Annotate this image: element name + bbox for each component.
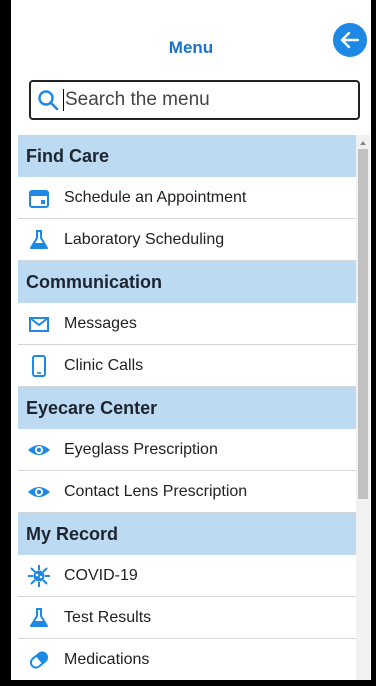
scroll-up-arrow-icon[interactable] [360,141,366,145]
menu-item-label: Eyeglass Prescription [64,440,218,458]
menu-item-label: Medications [64,650,150,668]
menu-item-label: Contact Lens Prescription [64,482,248,500]
menu-item[interactable]: Contact Lens Prescription [18,471,356,513]
arrow-left-icon [340,31,360,49]
menu-item[interactable]: Medications [18,639,356,680]
menu-item[interactable]: Messages [18,303,356,345]
menu-item-label: COVID-19 [64,566,138,584]
menu-item[interactable]: Test Results [18,597,356,639]
virus-icon [26,563,52,589]
section-header: Communication [18,261,356,303]
calendar-icon [26,185,52,211]
section-header: Find Care [18,135,356,177]
menu-panel: Menu Find Care Schedule an Appointment Lab… [11,0,371,680]
flask-icon [26,227,52,253]
menu-item[interactable]: Clinic Calls [18,345,356,387]
eye-icon [26,437,52,463]
section-header: Eyecare Center [18,387,356,429]
menu-item[interactable]: COVID-19 [18,555,356,597]
menu-item-label: Laboratory Scheduling [64,230,225,248]
menu-item[interactable]: Laboratory Scheduling [18,219,356,261]
menu-item[interactable]: Eyeglass Prescription [18,429,356,471]
menu-item-label: Messages [64,314,137,332]
section-header: My Record [18,513,356,555]
scrollbar-thumb[interactable] [358,149,368,499]
pill-icon [26,647,52,673]
menu-title: Menu [168,38,214,57]
eye-icon [26,479,52,505]
flask-icon [26,605,52,631]
back-button[interactable] [331,21,369,59]
search-icon [37,89,59,111]
phone-icon [26,353,52,379]
scrollbar[interactable] [356,135,370,680]
menu-item[interactable]: Schedule an Appointment [18,177,356,219]
search-box[interactable] [29,80,360,120]
menu-item-label: Schedule an Appointment [64,188,247,206]
search-input[interactable] [63,89,335,111]
menu-header: Menu [11,0,371,70]
envelope-icon [26,311,52,337]
menu-item-label: Clinic Calls [64,356,144,374]
menu-item-label: Test Results [64,608,152,626]
menu-list: Find Care Schedule an Appointment Laborato… [18,135,356,680]
